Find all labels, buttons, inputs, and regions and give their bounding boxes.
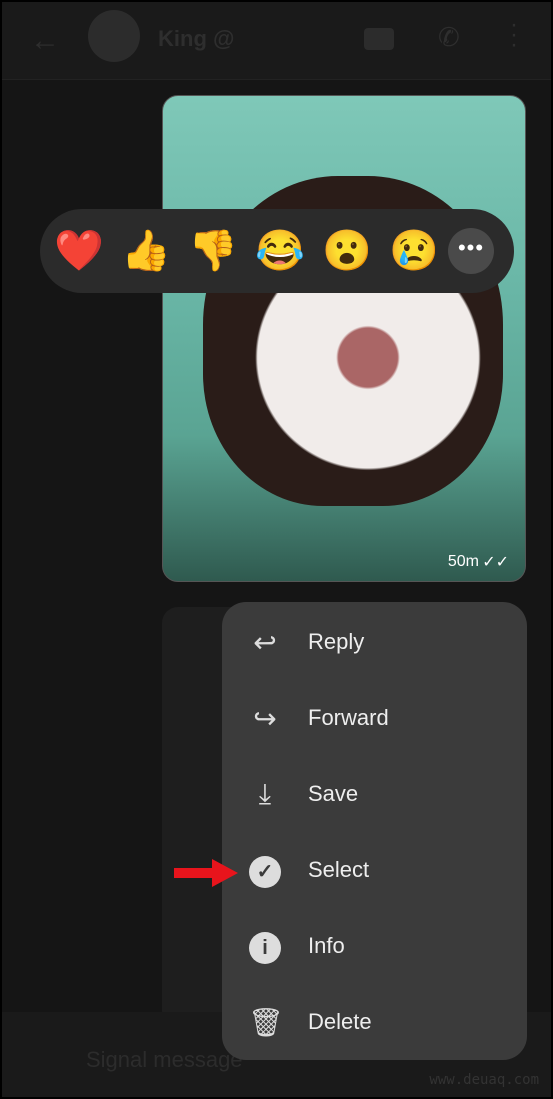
menu-label: Delete [308,1009,372,1034]
save-icon: ⤓ [258,777,272,809]
menu-item-info[interactable]: i Info [222,908,527,984]
contact-name-text: King [158,26,207,51]
phone-icon[interactable]: ✆ [438,22,460,53]
reaction-bar: ❤️ 👍 👎 😂 😮 😢 ••• [40,209,514,293]
menu-item-delete[interactable]: 🗑 Delete [222,984,527,1060]
image-message[interactable]: 50m ✓✓ [162,95,526,582]
reaction-thumbs-down[interactable]: 👎 [188,227,238,275]
menu-label: Reply [308,629,365,654]
message-time: 50m [447,553,479,570]
more-vertical-icon[interactable]: · · · [510,13,518,57]
trash-icon: 🗑 [248,1006,284,1038]
reaction-sad[interactable]: 😢 [389,227,439,275]
conversation-header: ← King @ ✆ · · · [2,2,551,80]
menu-item-reply[interactable]: ↩ Reply [222,604,527,680]
reaction-thumbs-up[interactable]: 👍 [121,227,171,275]
video-icon[interactable] [364,28,394,50]
contact-badge: @ [213,26,235,51]
avatar[interactable] [88,10,140,62]
reaction-surprised[interactable]: 😮 [322,227,372,275]
forward-icon: ↪ [253,702,277,734]
arrow-left-icon[interactable]: ← [30,24,60,58]
menu-label: Save [308,781,359,806]
menu-item-forward[interactable]: ↪ Forward [222,680,527,756]
message-input[interactable]: Signal message [86,1047,243,1073]
info-icon: i [248,929,282,964]
contact-name[interactable]: King @ [158,26,234,52]
menu-label: Select [308,857,370,882]
watermark: www.deuaq.com [429,1072,539,1088]
reply-icon: ↩ [253,626,277,658]
menu-label: Info [308,933,345,958]
more-reactions-button[interactable]: ••• [448,228,494,274]
context-menu: ↩ Reply ↪ Forward ⤓ Save ✓ Select i Info 🗑 Del… [222,602,527,1060]
double-check-icon: ✓✓ [482,554,509,571]
check-circle-icon: ✓ [248,853,282,888]
chat-screen: ← King @ ✆ · · · 50m ✓✓ ❤️ 👍 👎 😂 😮 😢 ••• S… [2,2,551,1097]
reaction-laugh[interactable]: 😂 [255,227,305,275]
menu-label: Forward [308,705,389,730]
menu-item-save[interactable]: ⤓ Save [222,756,527,832]
annotation-arrow-icon [174,859,238,887]
reaction-heart[interactable]: ❤️ [54,227,104,275]
menu-item-select[interactable]: ✓ Select [222,832,527,908]
